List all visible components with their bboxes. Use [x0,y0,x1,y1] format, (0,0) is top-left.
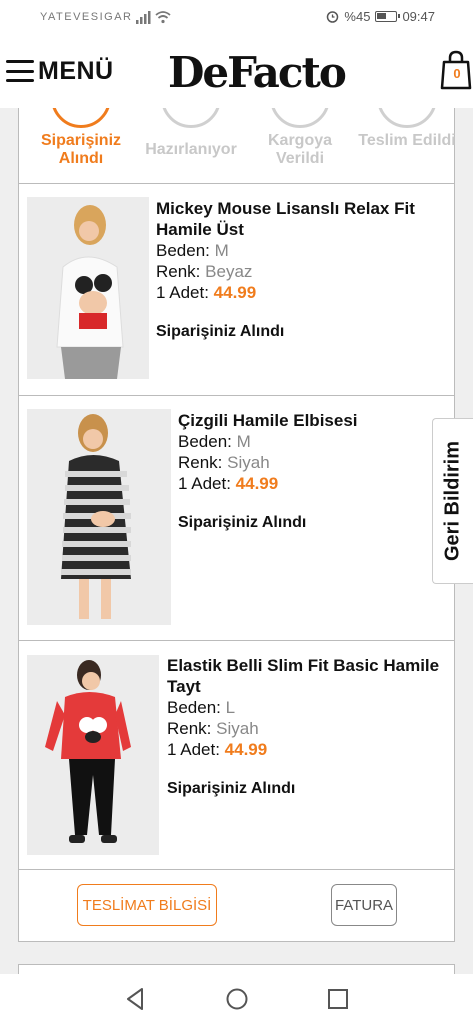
qty-row: 1 Adet: 44.99 [167,739,442,760]
item-info: Çizgili Hamile Elbisesi Beden: M Renk: S… [178,410,438,533]
item-status: Siparişiniz Alındı [156,323,285,340]
delivery-info-button[interactable]: TESLİMAT BİLGİSİ [77,884,217,926]
app-header: MENÜ DeFacto 0 [0,34,473,108]
color-value: Siyah [216,719,259,738]
back-icon[interactable] [123,986,149,1012]
battery-icon [375,11,401,22]
signal-wifi-icon [136,11,171,24]
step-label: Teslim Edildi [358,132,456,149]
item-status: Siparişiniz Alındı [167,780,296,797]
alarm-icon [327,11,339,23]
menu-label: MENÜ [38,56,114,85]
qty-row: 1 Adet: 44.99 [156,282,446,303]
status-bar: YATEVESIGAR %45 09:47 [0,0,473,34]
color-row: Renk: Siyah [178,452,438,473]
status-right: %45 09:47 [326,9,435,24]
color-label: Renk: [156,262,201,281]
qty-label: 1 Adet: [156,283,209,302]
item-status: Siparişiniz Alındı [178,514,307,531]
next-order-card [18,964,455,974]
order-item[interactable]: Çizgili Hamile Elbisesi Beden: M Renk: S… [18,396,455,641]
system-nav-bar [0,974,473,1024]
hamburger-icon [6,60,34,82]
product-photo-placeholder [27,409,171,625]
step-received-icon [51,108,111,128]
qty-row: 1 Adet: 44.99 [178,473,438,494]
color-value: Siyah [227,453,270,472]
color-label: Renk: [167,719,212,738]
qty-label: 1 Adet: [167,740,220,759]
price: 44.99 [235,474,279,493]
order-item[interactable]: Mickey Mouse Lisanslı Relax Fit Hamile Ü… [18,184,455,396]
item-info: Elastik Belli Slim Fit Basic Hamile Tayt… [167,655,442,799]
menu-button[interactable]: MENÜ [6,56,114,86]
order-progress: Siparişiniz Alındı Hazırlanıyor Kargoya … [18,108,456,184]
item-info: Mickey Mouse Lisanslı Relax Fit Hamile Ü… [156,198,446,342]
order-item[interactable]: Elastik Belli Slim Fit Basic Hamile Tayt… [18,641,455,870]
feedback-label: Geri Bildirim [441,440,464,562]
cart-button[interactable]: 0 [440,50,473,90]
product-name[interactable]: Elastik Belli Slim Fit Basic Hamile Tayt [167,655,442,697]
color-row: Renk: Beyaz [156,261,446,282]
product-image[interactable] [27,197,149,379]
step-shipped-icon [270,108,330,128]
product-photo-placeholder [27,197,149,379]
size-value: M [214,241,229,260]
recents-icon[interactable] [325,986,351,1012]
clock: 09:47 [402,9,435,24]
color-row: Renk: Siyah [167,718,442,739]
color-label: Renk: [178,453,223,472]
product-name[interactable]: Çizgili Hamile Elbisesi [178,410,438,431]
product-name[interactable]: Mickey Mouse Lisanslı Relax Fit Hamile Ü… [156,198,446,240]
qty-label: 1 Adet: [178,474,231,493]
size-label: Beden: [167,698,221,717]
size-value: M [236,432,251,451]
price: 44.99 [213,283,257,302]
step-delivered-icon [377,108,437,128]
size-row: Beden: M [156,240,446,261]
step-label: Hazırlanıyor [145,141,237,158]
invoice-button[interactable]: FATURA [331,884,397,926]
battery-percent: %45 [344,9,371,24]
size-row: Beden: L [167,697,442,718]
feedback-tab[interactable]: Geri Bildirim [432,418,473,584]
size-label: Beden: [156,241,210,260]
size-row: Beden: M [178,431,438,452]
price: 44.99 [224,740,268,759]
carrier-name: YATEVESIGAR [40,11,133,23]
step-label: Siparişiniz Alındı [40,132,122,167]
product-image[interactable] [27,409,171,625]
order-content: Siparişiniz Alındı Hazırlanıyor Kargoya … [0,108,473,974]
defacto-logo[interactable]: DeFacto [168,48,347,97]
size-value: L [225,698,236,717]
step-label: Kargoya Verildi [267,132,333,167]
product-image[interactable] [27,655,159,855]
size-label: Beden: [178,432,232,451]
step-preparing-icon [161,108,221,128]
product-photo-placeholder [27,655,159,855]
home-icon[interactable] [224,986,250,1012]
cart-count-badge: 0 [453,66,461,81]
order-actions: TESLİMAT BİLGİSİ FATURA [18,870,455,942]
color-value: Beyaz [205,262,253,281]
